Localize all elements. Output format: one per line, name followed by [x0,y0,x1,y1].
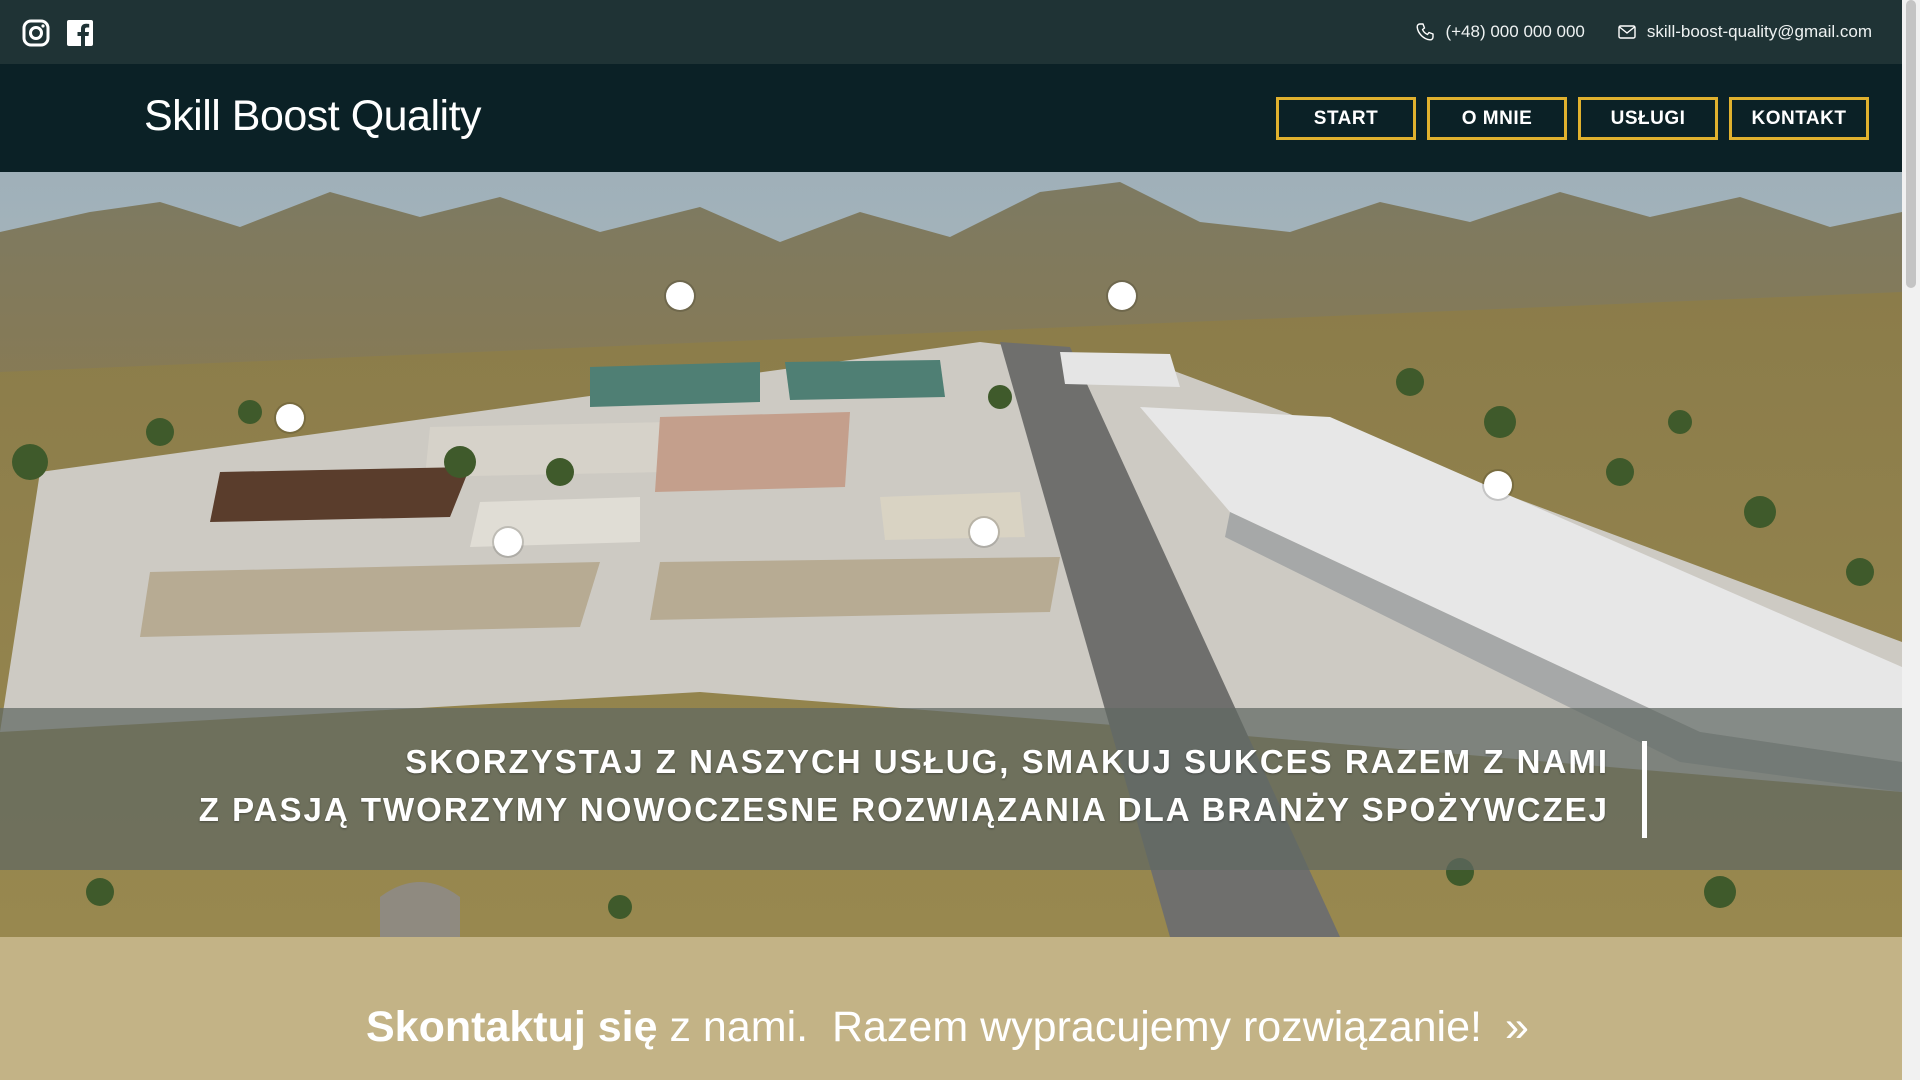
hotspot-marker-5[interactable] [970,518,998,546]
cta-light-text: z nami. Razem wypracujemy rozwiązanie! [657,1003,1482,1051]
hotspot-marker-1[interactable] [666,282,694,310]
phone-icon [1416,23,1435,41]
site-title[interactable]: Skill Boost Quality [144,92,482,141]
hero-accent-bar [1642,741,1647,838]
main-nav: START O MNIE USŁUGI KONTAKT [1276,97,1869,140]
instagram-icon[interactable] [22,19,50,47]
nav-contact-button[interactable]: KONTAKT [1729,97,1869,140]
phone-number: (+48) 000 000 000 [1445,22,1585,41]
cta-section: Skontaktuj się z nami. Razem wypracujemy… [0,937,1902,1080]
phone-contact[interactable]: (+48) 000 000 000 [1415,22,1585,42]
scrollbar-thumb[interactable] [1906,0,1916,288]
social-links [22,19,94,47]
facebook-icon[interactable] [66,19,94,47]
hero-line-1: SKORZYSTAJ Z NASZYCH USŁUG, SMAKUJ SUKCE… [405,743,1609,780]
hotspot-marker-2[interactable] [1108,282,1136,310]
vertical-scrollbar[interactable] [1902,0,1920,1080]
nav-start-button[interactable]: START [1276,97,1416,140]
page-content: (+48) 000 000 000 skill-boost-quality@gm… [0,0,1902,1080]
envelope-icon [1618,25,1636,39]
nav-about-button[interactable]: O MNIE [1427,97,1567,140]
email-address: skill-boost-quality@gmail.com [1646,22,1872,41]
hero-line-2: Z PASJĄ TWORZYMY NOWOCZESNE ROZWIĄZANIA … [198,791,1609,828]
hotspot-marker-4[interactable] [1484,471,1512,499]
hero-text: SKORZYSTAJ Z NASZYCH USŁUG, SMAKUJ SUKCE… [199,738,1609,834]
site-header: Skill Boost Quality START O MNIE USŁUGI … [0,64,1902,172]
hotspot-marker-3[interactable] [276,404,304,432]
hotspot-marker-6[interactable] [494,528,522,556]
cta-text[interactable]: Skontaktuj się z nami. Razem wypracujemy… [366,1003,1482,1052]
hero-banner: SKORZYSTAJ Z NASZYCH USŁUG, SMAKUJ SUKCE… [0,708,1902,870]
page: (+48) 000 000 000 skill-boost-quality@gm… [0,0,1920,1080]
email-contact[interactable]: skill-boost-quality@gmail.com [1617,22,1872,42]
nav-services-button[interactable]: USŁUGI [1578,97,1718,140]
hero-section: SKORZYSTAJ Z NASZYCH USŁUG, SMAKUJ SUKCE… [0,172,1902,937]
contact-info: (+48) 000 000 000 skill-boost-quality@gm… [1415,0,1872,64]
cta-arrow-icon[interactable]: » [1505,1003,1529,1052]
cta-bold-text: Skontaktuj się [366,1003,658,1051]
top-bar: (+48) 000 000 000 skill-boost-quality@gm… [0,0,1902,64]
